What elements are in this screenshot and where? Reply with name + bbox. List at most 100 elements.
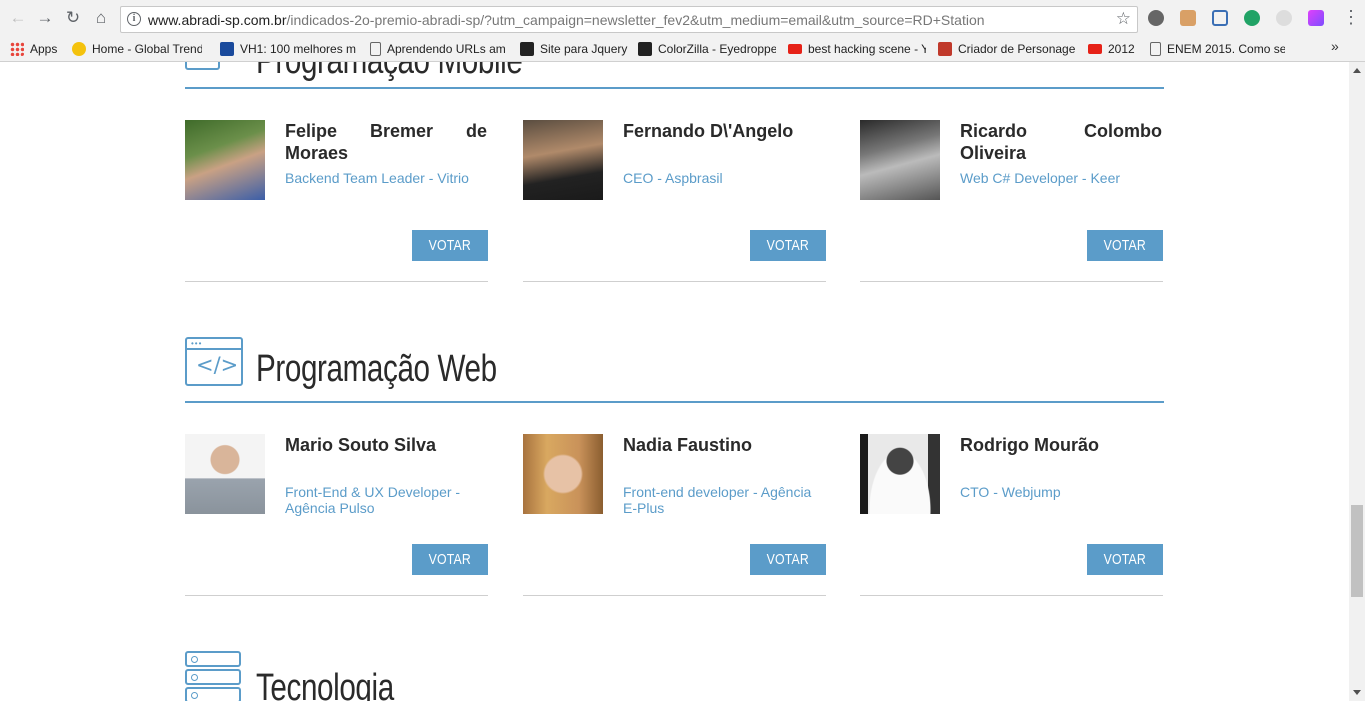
- nominee-photo: [185, 120, 265, 200]
- nominee-card: Mario Souto Silva Front-End & UX Develop…: [185, 434, 488, 596]
- vote-button[interactable]: VOTAR: [412, 230, 488, 261]
- nominee-role: CEO - Aspbrasil: [623, 170, 723, 186]
- globe-icon: [72, 42, 86, 56]
- bookmark-item[interactable]: Home - Global Trend: [72, 40, 202, 58]
- home-icon[interactable]: ⌂: [91, 8, 111, 28]
- bookmark-label: Site para Jquery: [540, 42, 628, 56]
- code-window-icon: ••• </>: [185, 337, 243, 386]
- nominee-photo: [185, 434, 265, 514]
- url-path: /indicados-2o-premio-abradi-sp/?utm_camp…: [286, 12, 985, 28]
- color-extension-icon[interactable]: [1308, 10, 1324, 26]
- section-divider: [185, 401, 1164, 403]
- card-divider: [523, 281, 826, 282]
- bookmark-item[interactable]: VH1: 100 melhores m: [220, 40, 358, 58]
- extension-icon[interactable]: [1276, 10, 1292, 26]
- address-bar[interactable]: i www.abradi-sp.com.br/indicados-2o-prem…: [120, 6, 1138, 33]
- screenshot-extension-icon[interactable]: [1212, 10, 1228, 26]
- section-title: Programação Mobile: [256, 62, 523, 83]
- bookmarks-overflow-icon[interactable]: »: [1331, 38, 1339, 54]
- vote-button-label: VOTAR: [1103, 237, 1147, 254]
- vote-button[interactable]: VOTAR: [750, 230, 826, 261]
- card-divider: [185, 281, 488, 282]
- nominee-card: Ricardo Colombo Oliveira Web C# Develope…: [860, 120, 1163, 282]
- vote-button-label: VOTAR: [1103, 551, 1147, 568]
- nominee-role: Web C# Developer - Keer: [960, 170, 1121, 186]
- vh1-icon: [220, 42, 234, 56]
- bookmark-star-icon[interactable]: ☆: [1116, 9, 1131, 29]
- nominee-role: Front-End & UX Developer - Agência Pulso: [285, 484, 461, 516]
- nominee-photo: [860, 434, 940, 514]
- bookmark-label: Home - Global Trend: [92, 42, 202, 56]
- vote-button[interactable]: VOTAR: [1087, 230, 1163, 261]
- extension-icon[interactable]: [1180, 10, 1196, 26]
- browser-menu-icon[interactable]: ⋮: [1342, 8, 1360, 28]
- bookmark-item[interactable]: ENEM 2015. Como se: [1150, 40, 1285, 58]
- bookmark-label: Apps: [30, 42, 58, 56]
- nominee-name: Felipe Bremer de Moraes: [285, 121, 487, 163]
- apps-grid-icon: [10, 42, 24, 56]
- bookmark-item[interactable]: 2012: [1088, 40, 1140, 58]
- bookmark-label: ColorZilla - Eyedroppe: [658, 42, 776, 56]
- vote-button[interactable]: VOTAR: [750, 544, 826, 575]
- forward-arrow-icon[interactable]: →: [35, 8, 55, 28]
- nominee-role: Front-end developer - Agência E-Plus: [623, 484, 812, 516]
- bookmark-item[interactable]: Criador de Personage: [938, 40, 1076, 58]
- nominee-photo: [860, 120, 940, 200]
- scrollbar-thumb[interactable]: [1351, 505, 1363, 597]
- nominee-name: Fernando D\'Angelo: [623, 121, 794, 141]
- vote-button-label: VOTAR: [766, 551, 810, 568]
- page-content: Programação Mobile Felipe Bremer de Mora…: [0, 62, 1349, 701]
- bookmark-label: ENEM 2015. Como se: [1167, 42, 1285, 56]
- youtube-icon: [788, 44, 802, 54]
- browser-toolbar: ← → ↻ ⌂ i www.abradi-sp.com.br/indicados…: [0, 0, 1365, 36]
- card-divider: [860, 281, 1163, 282]
- vote-button-label: VOTAR: [766, 237, 810, 254]
- card-divider: [185, 595, 488, 596]
- url-host: www.abradi-sp.com.br: [148, 12, 287, 28]
- nominee-role: Backend Team Leader - Vitrio: [285, 170, 469, 186]
- bookmark-item[interactable]: best hacking scene - Y: [788, 40, 926, 58]
- ip-icon: [520, 42, 534, 56]
- bookmark-label: 2012: [1108, 42, 1135, 56]
- reload-icon[interactable]: ↻: [63, 8, 83, 28]
- vote-button[interactable]: VOTAR: [412, 544, 488, 575]
- bookmark-apps[interactable]: Apps: [10, 40, 57, 58]
- site-info-icon[interactable]: i: [127, 12, 141, 26]
- bookmark-item[interactable]: Site para Jquery: [520, 40, 630, 58]
- wordpress-extension-icon[interactable]: [1148, 10, 1164, 26]
- vote-button-label: VOTAR: [428, 237, 472, 254]
- server-icon: [185, 651, 241, 701]
- scroll-up-arrow-icon[interactable]: [1353, 68, 1361, 73]
- wappalyzer-extension-icon[interactable]: [1244, 10, 1260, 26]
- section-title: Programação Web: [256, 348, 497, 390]
- address-url[interactable]: www.abradi-sp.com.br/indicados-2o-premio…: [148, 12, 985, 28]
- bookmark-label: Aprendendo URLs am: [387, 42, 506, 56]
- nominee-name: Mario Souto Silva: [285, 435, 437, 455]
- youtube-icon: [1088, 44, 1102, 54]
- scroll-down-arrow-icon[interactable]: [1353, 690, 1361, 695]
- section-divider: [185, 87, 1164, 89]
- nominee-name: Nadia Faustino: [623, 435, 753, 455]
- nominee-card: Fernando D\'Angelo CEO - Aspbrasil VOTAR: [523, 120, 826, 282]
- mobile-section-icon: [185, 62, 220, 70]
- vote-button-label: VOTAR: [428, 551, 472, 568]
- nominee-card: Felipe Bremer de Moraes Backend Team Lea…: [185, 120, 488, 282]
- nominee-photo: [523, 434, 603, 514]
- ip-icon: [638, 42, 652, 56]
- back-arrow-icon[interactable]: ←: [8, 8, 28, 28]
- site-icon: [938, 42, 952, 56]
- nominee-card: Nadia Faustino Front-end developer - Agê…: [523, 434, 826, 596]
- bookmark-item[interactable]: ColorZilla - Eyedroppe: [638, 40, 776, 58]
- card-divider: [523, 595, 826, 596]
- bookmark-item[interactable]: Aprendendo URLs am: [370, 40, 508, 58]
- nominee-role: CTO - Webjump: [960, 484, 1061, 500]
- bookmark-label: VH1: 100 melhores m: [240, 42, 357, 56]
- card-divider: [860, 595, 1163, 596]
- nominee-name: Rodrigo Mourão: [960, 435, 1099, 455]
- page-scrollbar[interactable]: [1349, 62, 1365, 701]
- nominee-name: Ricardo Colombo Oliveira: [960, 121, 1162, 163]
- vote-button[interactable]: VOTAR: [1087, 544, 1163, 575]
- page-icon: [1150, 42, 1161, 56]
- bookmarks-bar: Apps Home - Global Trend VH1: 100 melhor…: [0, 36, 1365, 62]
- bookmark-label: Criador de Personage: [958, 42, 1076, 56]
